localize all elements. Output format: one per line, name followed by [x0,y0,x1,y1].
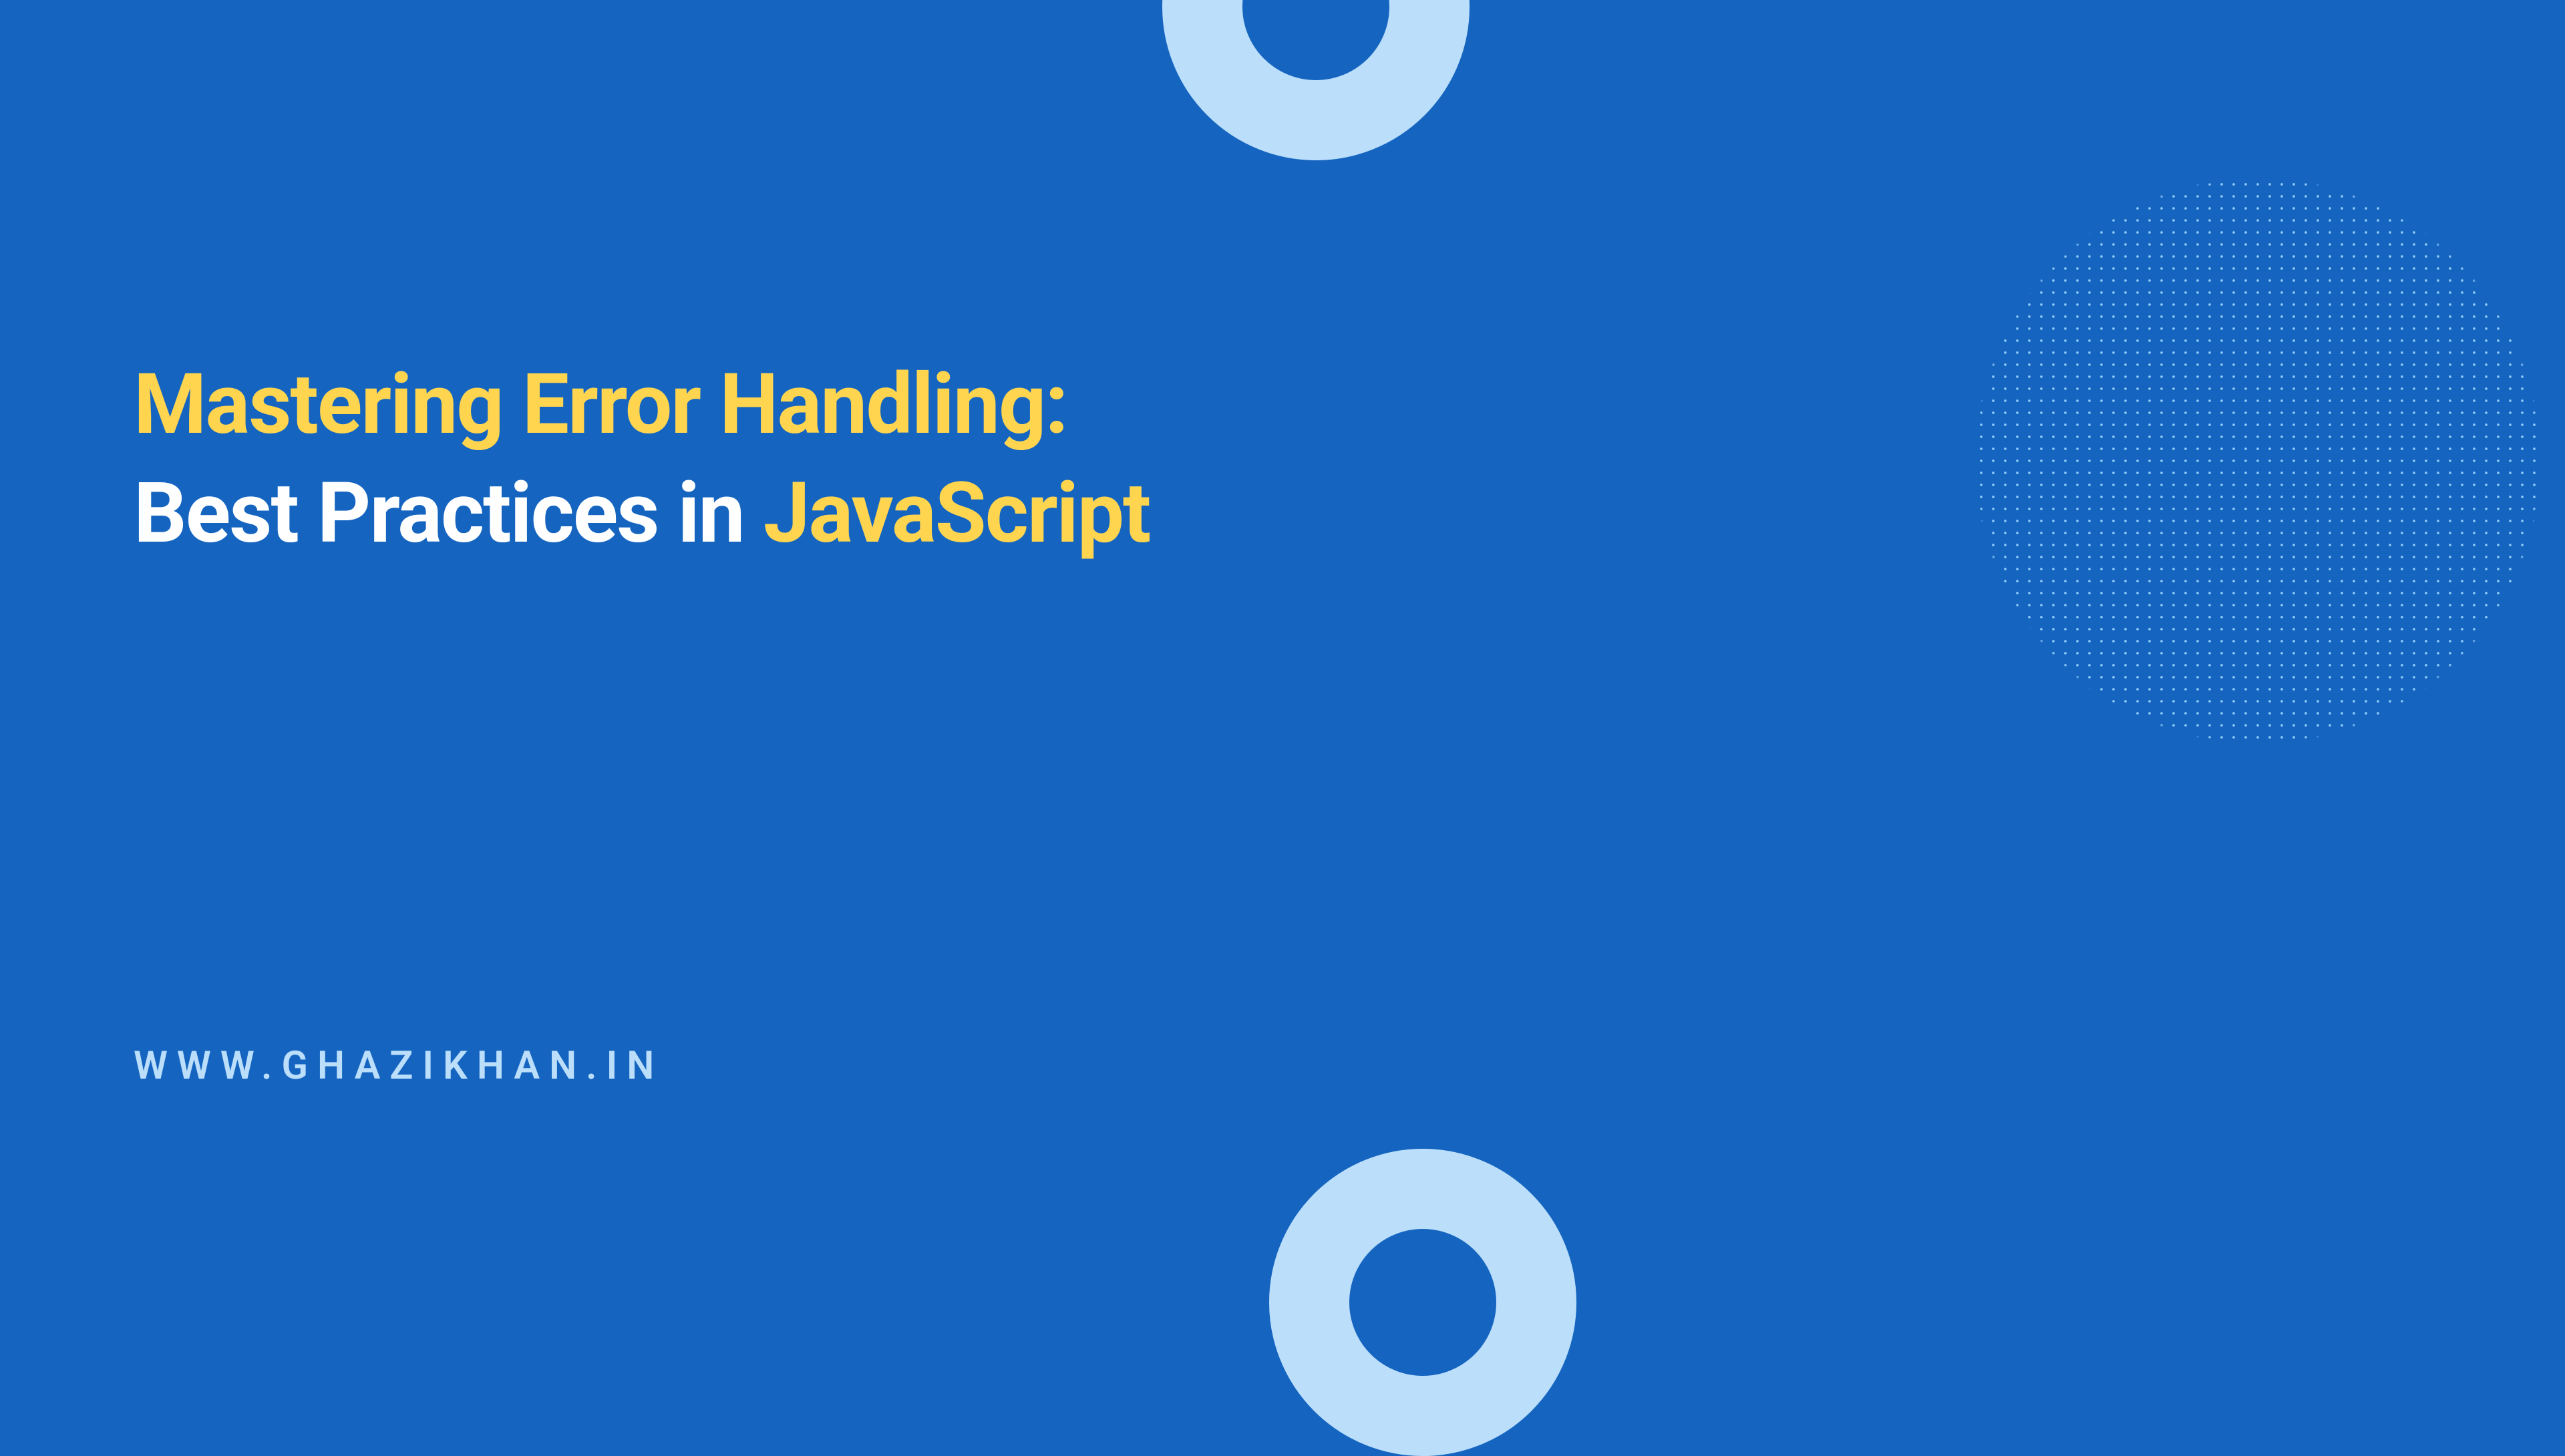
decorative-dotted-circle [1857,60,2565,862]
dotted-pattern [1857,60,2565,862]
title-white-1: Best Practices in [134,464,763,562]
title-line-1: Mastering Error Handling: [134,351,1150,460]
decorative-ring-top [1162,0,1470,160]
title-block: Mastering Error Handling: Best Practices… [134,351,1150,568]
title-yellow-2: JavaScript [763,464,1150,562]
website-url: WWW.GHAZIKHAN.IN [134,1043,663,1089]
title-yellow-1: Mastering Error Handling: [134,355,1067,453]
decorative-ring-bottom [1269,1149,1576,1456]
title-line-2: Best Practices in JavaScript [134,460,1150,568]
